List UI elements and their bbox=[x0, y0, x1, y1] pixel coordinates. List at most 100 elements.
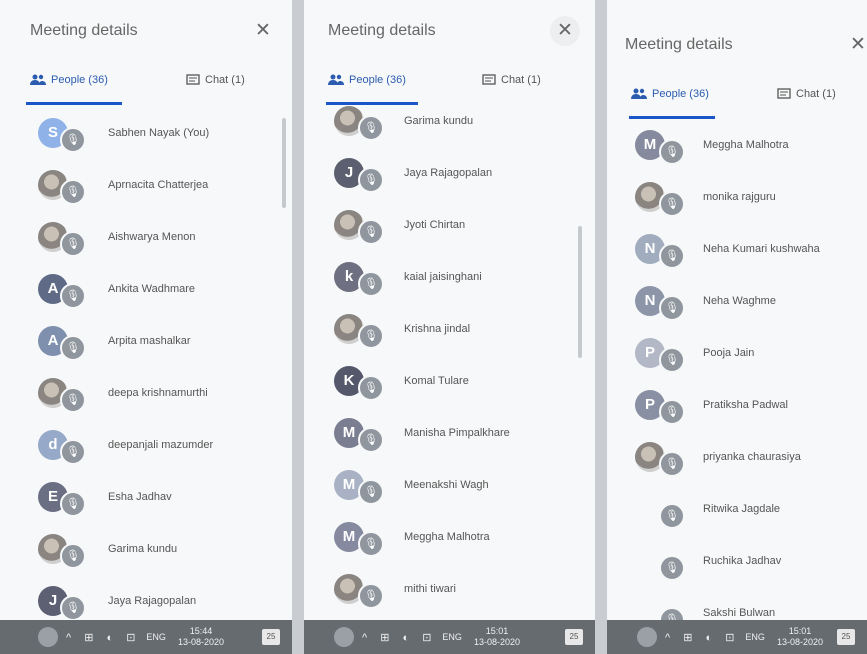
mic-muted-icon: 🎙 bbox=[659, 399, 685, 425]
mic-muted-icon: 🎙 bbox=[358, 427, 384, 453]
participant-row[interactable]: 🎙 Ritwika Jagdale bbox=[607, 488, 867, 538]
participant-row[interactable]: 🎙 Garima kundu bbox=[304, 100, 595, 150]
participant-row[interactable]: M 🎙 Meggha Malhotra bbox=[607, 124, 867, 174]
panel-title: Meeting details bbox=[30, 22, 138, 39]
active-tab-indicator bbox=[629, 116, 715, 119]
tab-chat-label: Chat (1) bbox=[205, 74, 245, 86]
tray-icons[interactable]: ^ ⊞ ◐ ⊡ bbox=[665, 631, 739, 644]
notification-icon[interactable]: 25 bbox=[837, 629, 855, 645]
people-icon bbox=[30, 74, 46, 86]
tab-bar: People (36) Chat (1) bbox=[607, 80, 867, 119]
participant-row[interactable]: M 🎙 Meggha Malhotra bbox=[304, 516, 595, 566]
tab-people[interactable]: People (36) bbox=[30, 74, 108, 86]
clock-date: 13-08-2020 bbox=[473, 637, 520, 647]
participant-row[interactable]: P 🎙 Pratiksha Padwal bbox=[607, 384, 867, 434]
people-icon bbox=[328, 74, 344, 86]
participant-row[interactable]: P 🎙 Pooja Jain bbox=[607, 332, 867, 382]
participant-name: Komal Tulare bbox=[404, 375, 469, 387]
language-indicator[interactable]: ENG bbox=[745, 632, 765, 642]
close-icon[interactable]: ✕ bbox=[843, 30, 867, 60]
participant-list[interactable]: 🎙 Garima kundu J 🎙 Jaya Rajagopalan 🎙 Jyoti Ch… bbox=[304, 100, 595, 628]
participant-row[interactable]: 🎙 deepa krishnamurthi bbox=[0, 372, 292, 422]
taskbar: ^ ⊞ ◐ ⊡ ENG 15:01 13-08-2020 25 bbox=[304, 620, 595, 654]
clock-time: 15:44 bbox=[189, 626, 213, 636]
mic-muted-icon: 🎙 bbox=[358, 583, 384, 609]
language-indicator[interactable]: ENG bbox=[442, 632, 462, 642]
tray-icons[interactable]: ^ ⊞ ◐ ⊡ bbox=[362, 631, 436, 644]
participant-row[interactable]: K 🎙 Komal Tulare bbox=[304, 360, 595, 410]
participant-row[interactable]: J 🎙 Jaya Rajagopalan bbox=[304, 152, 595, 202]
mic-muted-icon: 🎙 bbox=[659, 243, 685, 269]
participant-list[interactable]: S 🎙 Sabhen Nayak (You) 🎙 Aprnacita Chatterje… bbox=[0, 112, 292, 628]
participant-name: Aishwarya Menon bbox=[108, 231, 196, 243]
mic-muted-icon: 🎙 bbox=[60, 179, 86, 205]
windows-start-icon[interactable] bbox=[637, 627, 657, 647]
active-tab-indicator bbox=[26, 102, 122, 105]
participant-name: deepa krishnamurthi bbox=[108, 387, 208, 399]
participant-row[interactable]: d 🎙 deepanjali mazumder bbox=[0, 424, 292, 474]
participant-row[interactable]: 🎙 Ruchika Jadhav bbox=[607, 540, 867, 590]
participant-row[interactable]: 🎙 monika rajguru bbox=[607, 176, 867, 226]
participant-row[interactable]: A 🎙 Arpita mashalkar bbox=[0, 320, 292, 370]
mic-muted-icon: 🎙 bbox=[659, 347, 685, 373]
mic-muted-icon: 🎙 bbox=[358, 219, 384, 245]
notification-icon[interactable]: 25 bbox=[565, 629, 583, 645]
participant-name: kaial jaisinghani bbox=[404, 271, 482, 283]
windows-start-icon[interactable] bbox=[38, 627, 58, 647]
tab-chat[interactable]: Chat (1) bbox=[186, 74, 245, 86]
participant-name: Ruchika Jadhav bbox=[703, 555, 782, 567]
participant-row[interactable]: k 🎙 kaial jaisinghani bbox=[304, 256, 595, 306]
participant-row[interactable]: M 🎙 Manisha Pimpalkhare bbox=[304, 412, 595, 462]
mic-muted-icon: 🎙 bbox=[358, 531, 384, 557]
participant-name: monika rajguru bbox=[703, 191, 776, 203]
participant-row[interactable]: 🎙 Aishwarya Menon bbox=[0, 216, 292, 266]
clock[interactable]: 15:01 13-08-2020 bbox=[474, 626, 520, 648]
tab-bar: People (36) Chat (1) bbox=[304, 66, 595, 105]
participant-list[interactable]: M 🎙 Meggha Malhotra 🎙 monika rajguru N 🎙 Neha K… bbox=[607, 124, 867, 628]
windows-start-icon[interactable] bbox=[334, 627, 354, 647]
participant-row[interactable]: 🎙 priyanka chaurasiya bbox=[607, 436, 867, 486]
participant-row[interactable]: 🎙 Jyoti Chirtan bbox=[304, 204, 595, 254]
chat-icon bbox=[482, 74, 496, 86]
participant-name: Esha Jadhav bbox=[108, 491, 172, 503]
participant-row[interactable]: N 🎙 Neha Waghme bbox=[607, 280, 867, 330]
participant-row[interactable]: 🎙 Krishna jindal bbox=[304, 308, 595, 358]
notification-icon[interactable]: 25 bbox=[262, 629, 280, 645]
taskbar: ^ ⊞ ◐ ⊡ ENG 15:44 13-08-2020 25 bbox=[0, 620, 292, 654]
panel-header: Meeting details ✕ bbox=[0, 0, 292, 62]
chat-icon bbox=[777, 88, 791, 100]
scrollbar[interactable] bbox=[282, 118, 286, 208]
participant-row[interactable]: 🎙 mithi tiwari bbox=[304, 568, 595, 618]
scrollbar[interactable] bbox=[578, 226, 582, 358]
participant-name: Manisha Pimpalkhare bbox=[404, 427, 510, 439]
mic-muted-icon: 🎙 bbox=[358, 271, 384, 297]
participant-row[interactable]: E 🎙 Esha Jadhav bbox=[0, 476, 292, 526]
participant-name: Pooja Jain bbox=[703, 347, 755, 359]
mic-muted-icon: 🎙 bbox=[60, 387, 86, 413]
clock[interactable]: 15:44 13-08-2020 bbox=[178, 626, 224, 648]
participant-row[interactable]: M 🎙 Meenakshi Wagh bbox=[304, 464, 595, 514]
panel-title: Meeting details bbox=[328, 22, 436, 39]
mic-muted-icon: 🎙 bbox=[659, 139, 685, 165]
participant-row[interactable]: 🎙 Garima kundu bbox=[0, 528, 292, 578]
participant-row[interactable]: A 🎙 Ankita Wadhmare bbox=[0, 268, 292, 318]
close-icon[interactable]: ✕ bbox=[550, 16, 580, 46]
tab-people-label: People (36) bbox=[349, 74, 406, 86]
clock[interactable]: 15:01 13-08-2020 bbox=[777, 626, 823, 648]
tab-people[interactable]: People (36) bbox=[631, 88, 709, 100]
language-indicator[interactable]: ENG bbox=[146, 632, 166, 642]
tray-icons[interactable]: ^ ⊞ ◐ ⊡ bbox=[66, 631, 140, 644]
mic-muted-icon: 🎙 bbox=[60, 595, 86, 621]
participant-name: Garima kundu bbox=[404, 115, 474, 127]
tab-chat[interactable]: Chat (1) bbox=[482, 74, 541, 86]
participant-row[interactable]: 🎙 Aprnacita Chatterjea bbox=[0, 164, 292, 214]
mic-muted-icon: 🎙 bbox=[60, 439, 86, 465]
tab-people[interactable]: People (36) bbox=[328, 74, 406, 86]
participant-row[interactable]: S 🎙 Sabhen Nayak (You) bbox=[0, 112, 292, 162]
participant-row[interactable]: N 🎙 Neha Kumari kushwaha bbox=[607, 228, 867, 278]
close-icon[interactable]: ✕ bbox=[248, 16, 278, 46]
tab-chat[interactable]: Chat (1) bbox=[777, 88, 836, 100]
mic-muted-icon: 🎙 bbox=[60, 543, 86, 569]
clock-time: 15:01 bbox=[788, 626, 812, 636]
image-divider bbox=[292, 0, 304, 654]
